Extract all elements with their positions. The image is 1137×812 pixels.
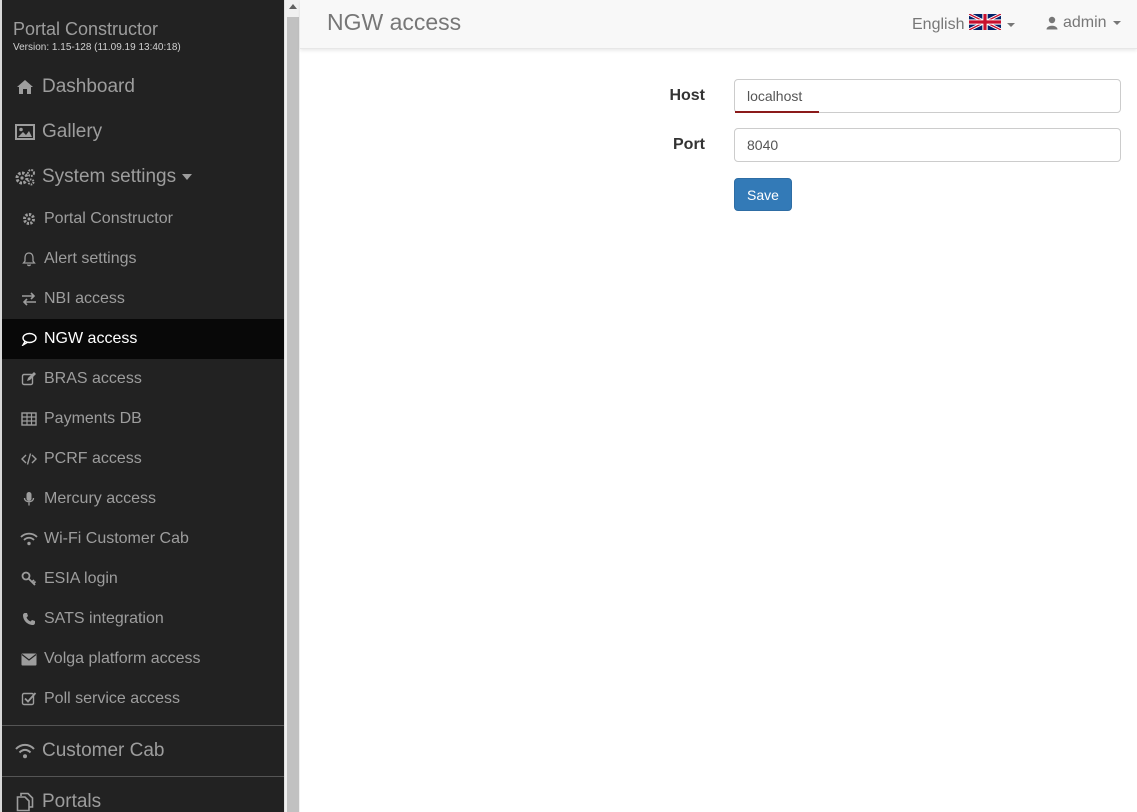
comment-icon [20,330,38,348]
host-value: localhost [747,88,803,104]
sidebar-item-label: Wi-Fi Customer Cab [44,530,189,547]
sidebar-item-alert-settings[interactable]: Alert settings [2,239,284,279]
sidebar-scrollbar[interactable] [284,0,300,812]
gear-icon [20,210,38,228]
sidebar-item-mercury-access[interactable]: Mercury access [2,479,284,519]
brand: Portal Constructor Version: 1.15-128 (11… [2,0,284,64]
sidebar-item-label: Portals [42,791,102,812]
sidebar-item-poll-service-access[interactable]: Poll service access [2,679,284,719]
user-name: admin [1063,14,1107,31]
sidebar-item-label: Poll service access [44,690,181,707]
sidebar-item-label: Dashboard [42,75,135,97]
sidebar-item-label: SATS integration [44,610,164,627]
sidebar-item-customer-cab[interactable]: Customer Cab [2,726,284,776]
sidebar-item-wifi-customer-cab[interactable]: Wi-Fi Customer Cab [2,519,284,559]
bell-icon [20,250,38,268]
sidebar-item-bras-access[interactable]: BRAS access [2,359,284,399]
brand-version: Version: 1.15-128 (11.09.19 13:40:18) [13,42,181,53]
sidebar-item-label: Alert settings [44,250,137,267]
sidebar: Portal Constructor Version: 1.15-128 (11… [0,0,284,812]
sidebar-item-label: NBI access [44,290,125,307]
sidebar-item-label: Mercury access [44,490,157,507]
language-label: English [912,15,965,33]
language-dropdown[interactable]: English [912,12,1016,35]
table-icon [20,410,38,428]
sidebar-item-pcrf-access[interactable]: PCRF access [2,439,284,479]
spellcheck-underline [735,111,819,113]
sidebar-item-dashboard[interactable]: Dashboard [2,64,284,109]
sidebar-item-gallery[interactable]: Gallery [2,109,284,154]
code-icon [20,450,38,468]
save-button[interactable]: Save [734,178,792,211]
edit-icon [20,370,38,388]
sidebar-item-portal-constructor[interactable]: Portal Constructor [2,199,284,239]
user-dropdown[interactable]: admin [1046,14,1121,32]
sidebar-item-label: NGW access [44,330,138,347]
sidebar-item-nbi-access[interactable]: NBI access [2,279,284,319]
brand-title[interactable]: Portal Constructor [13,18,284,40]
caret-down-icon [182,173,193,180]
phone-icon [20,610,38,628]
sidebar-item-label: Customer Cab [42,740,165,761]
host-label: Host [669,87,705,104]
sidebar-item-label: Volga platform access [44,650,201,667]
wifi-icon [20,530,38,548]
sidebar-item-payments-db[interactable]: Payments DB [2,399,284,439]
scroll-up-arrow-icon[interactable] [289,4,297,9]
sidebar-item-label: BRAS access [44,370,142,387]
top-navbar: NGW access English admin [300,0,1137,49]
sidebar-item-esia-login[interactable]: ESIA login [2,559,284,599]
copy-icon [14,791,36,812]
image-icon [14,121,36,143]
sidebar-item-sats-integration[interactable]: SATS integration [2,599,284,639]
caret-down-icon [1112,21,1121,25]
sidebar-item-label: Portal Constructor [44,210,173,227]
envelope-icon [20,650,38,668]
sidebar-item-portals[interactable]: Portals [2,777,284,812]
sidebar-item-ngw-access[interactable]: NGW access [2,319,284,359]
check-square-icon [20,690,38,708]
exchange-icon [20,290,38,308]
port-label: Port [673,136,705,153]
gears-icon [14,166,36,188]
sidebar-item-label: Payments DB [44,410,142,427]
sidebar-item-label: PCRF access [44,450,142,467]
page-title: NGW access [327,9,462,35]
caret-down-icon [1007,22,1016,27]
sidebar-item-system-settings[interactable]: System settings [2,154,284,199]
sidebar-item-label: System settings [42,165,177,187]
home-icon [14,76,36,98]
sidebar-item-label: Gallery [42,120,103,142]
sidebar-item-volga-platform-access[interactable]: Volga platform access [2,639,284,679]
main-content: NGW access English admin Host localhost … [300,0,1137,812]
uk-flag-icon [968,12,1003,35]
port-field[interactable]: 8040 [734,128,1121,162]
sidebar-item-label: ESIA login [44,570,118,587]
host-field[interactable]: localhost [734,79,1121,113]
microphone-icon [20,490,38,508]
scroll-thumb[interactable] [287,17,299,812]
key-icon [20,570,38,588]
port-value: 8040 [747,137,779,153]
user-icon [1046,16,1058,30]
wifi-icon [14,740,36,762]
